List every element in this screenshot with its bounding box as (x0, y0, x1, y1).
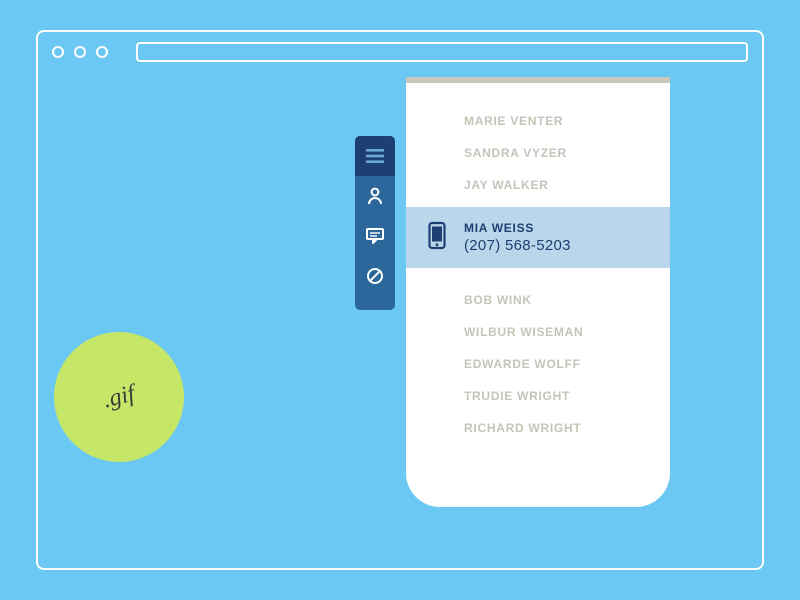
window-control-dot (52, 46, 64, 58)
contact-phone: (207) 568-5203 (464, 237, 670, 254)
sidebar-item-contacts[interactable] (355, 176, 395, 216)
contact-row-selected[interactable]: MIA WEISS (207) 568-5203 (406, 207, 670, 268)
contact-row[interactable]: EDWARDE WOLFF (406, 348, 670, 380)
contact-list-panel: MARIE VENTER SANDRA VYZER JAY WALKER MIA… (406, 77, 670, 507)
contact-name: MIA WEISS (464, 221, 670, 235)
window-control-dot (96, 46, 108, 58)
hamburger-icon (366, 149, 384, 163)
window-controls (52, 46, 108, 58)
contact-row[interactable]: SANDRA VYZER (406, 137, 670, 169)
block-icon (366, 267, 384, 285)
contact-row[interactable]: WILBUR WISEMAN (406, 316, 670, 348)
menu-button[interactable] (355, 136, 395, 176)
person-icon (367, 187, 383, 205)
contact-row[interactable]: TRUDIE WRIGHT (406, 380, 670, 412)
window-control-dot (74, 46, 86, 58)
sidebar-item-messages[interactable] (355, 216, 395, 256)
contact-list[interactable]: MARIE VENTER SANDRA VYZER JAY WALKER MIA… (406, 83, 670, 444)
chat-icon (366, 228, 384, 244)
contact-row[interactable]: JAY WALKER (406, 169, 670, 201)
app-sidebar (355, 136, 395, 310)
contact-row[interactable]: MARIE VENTER (406, 105, 670, 137)
phone-icon (428, 221, 446, 254)
contact-row[interactable]: BOB WINK (406, 284, 670, 316)
sidebar-item-block[interactable] (355, 256, 395, 296)
address-bar-outline (136, 42, 748, 62)
gif-badge-label: .gif (101, 380, 138, 414)
contact-row[interactable]: RICHARD WRIGHT (406, 412, 670, 444)
